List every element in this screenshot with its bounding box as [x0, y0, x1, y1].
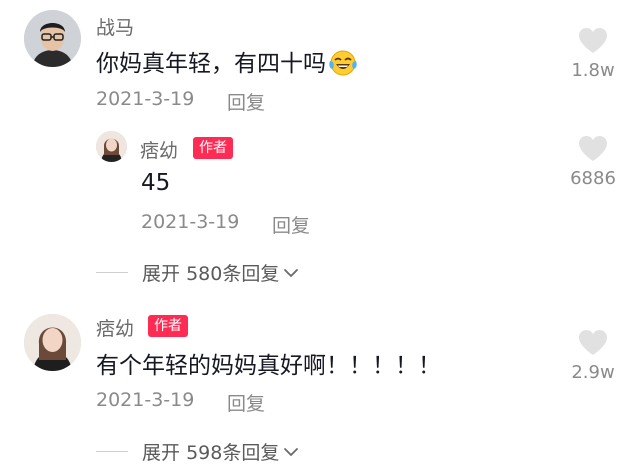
- avatar-image: [24, 314, 81, 371]
- reply-button[interactable]: 回复: [227, 88, 265, 115]
- avatar[interactable]: [24, 10, 81, 67]
- avatar-image: [96, 131, 127, 162]
- divider-line: [96, 272, 128, 273]
- expand-label: 展开 598条回复: [142, 438, 279, 465]
- expand-prefix: 展开: [142, 263, 181, 285]
- comment-text-body: 你妈真年轻，有四十吗: [96, 51, 326, 77]
- comment-date: 2021-3-19: [96, 88, 195, 110]
- avatar[interactable]: [24, 314, 81, 371]
- like-count: 6886: [570, 168, 616, 189]
- heart-icon: [579, 28, 607, 53]
- chevron-down-icon: [284, 268, 299, 277]
- divider-line: [96, 451, 128, 452]
- like-button[interactable]: 2.9w: [563, 329, 623, 383]
- expand-prefix: 展开: [142, 442, 181, 464]
- avatar-image: [24, 10, 81, 67]
- like-count: 1.8w: [571, 60, 615, 81]
- heart-icon: [579, 136, 607, 161]
- reply-text: 45: [141, 170, 171, 196]
- like-count: 2.9w: [571, 362, 615, 383]
- reply-username[interactable]: 痞幼: [140, 136, 178, 163]
- chevron-down-icon: [284, 447, 299, 456]
- expand-replies-button[interactable]: 展开 580条回复: [96, 259, 299, 286]
- author-badge: 作者: [193, 137, 233, 159]
- reply-button[interactable]: 回复: [272, 211, 310, 238]
- comment-username[interactable]: 战马: [96, 13, 134, 40]
- heart-icon: [579, 330, 607, 355]
- tears-of-joy-emoji: [328, 49, 358, 83]
- avatar[interactable]: [96, 131, 127, 162]
- expand-count: 580: [186, 263, 223, 285]
- expand-suffix: 条回复: [222, 263, 280, 285]
- author-badge: 作者: [148, 315, 188, 337]
- comment-text: 有个年轻的妈妈真好啊！！！！！: [96, 353, 441, 379]
- comment-username[interactable]: 痞幼: [96, 314, 134, 341]
- expand-label: 展开 580条回复: [142, 259, 279, 286]
- comment-text: 你妈真年轻，有四十吗: [96, 44, 358, 83]
- expand-suffix: 条回复: [222, 442, 280, 464]
- like-button[interactable]: 6886: [563, 135, 623, 189]
- comment-date: 2021-3-19: [96, 389, 195, 411]
- like-button[interactable]: 1.8w: [563, 27, 623, 81]
- reply-date: 2021-3-19: [141, 211, 240, 233]
- reply-button[interactable]: 回复: [227, 389, 265, 416]
- expand-replies-button[interactable]: 展开 598条回复: [96, 438, 299, 465]
- expand-count: 598: [186, 442, 223, 464]
